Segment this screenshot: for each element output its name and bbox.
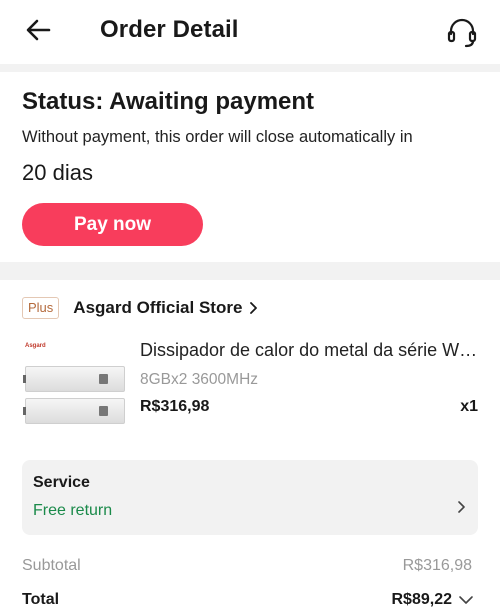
ram-module-image: [23, 366, 125, 392]
subtotal-value: R$316,98: [402, 557, 472, 574]
service-title: Service: [33, 474, 90, 491]
customer-support-button[interactable]: [442, 14, 482, 50]
pay-now-button[interactable]: Pay now: [22, 203, 203, 246]
back-button[interactable]: [20, 14, 56, 46]
chevron-down-icon: [458, 593, 474, 611]
product-name[interactable]: Dissipador de calor do metal da série W2…: [140, 340, 480, 361]
product-variant: 8GBx2 3600MHz: [140, 371, 259, 388]
product-image-brand: Asgard: [25, 343, 46, 349]
app-header: Order Detail: [0, 0, 500, 64]
plus-badge: Plus: [22, 297, 60, 319]
payment-time-remaining: 20 dias: [22, 160, 93, 185]
order-items-section: Plus Asgard Official Store Asgard Dissip…: [0, 280, 500, 616]
service-value: Free return: [33, 502, 113, 519]
headset-icon: [447, 18, 477, 48]
product-price: R$316,98: [140, 398, 210, 415]
section-divider: [0, 64, 500, 72]
arrow-left-icon: [26, 19, 51, 41]
store-name: Asgard Official Store: [73, 298, 243, 317]
page-title: Order Detail: [100, 16, 239, 43]
store-link[interactable]: Plus Asgard Official Store: [22, 294, 258, 322]
ram-module-image: [23, 398, 125, 424]
order-status-description: Without payment, this order will close a…: [22, 128, 413, 146]
order-status-section: Status: Awaiting payment Without payment…: [0, 72, 500, 262]
subtotal-label: Subtotal: [22, 557, 81, 574]
section-divider: [0, 262, 500, 280]
order-status-title: Status: Awaiting payment: [22, 88, 315, 115]
product-image[interactable]: Asgard: [22, 340, 126, 450]
service-card[interactable]: Service Free return: [22, 460, 478, 535]
total-label: Total: [22, 591, 60, 608]
total-row[interactable]: Total R$89,22: [22, 591, 478, 615]
total-value: R$89,22: [391, 591, 453, 608]
subtotal-row: Subtotal R$316,98: [22, 557, 472, 579]
chevron-right-icon: [456, 500, 466, 519]
product-quantity: x1: [460, 398, 478, 415]
chevron-right-icon: [248, 301, 258, 315]
